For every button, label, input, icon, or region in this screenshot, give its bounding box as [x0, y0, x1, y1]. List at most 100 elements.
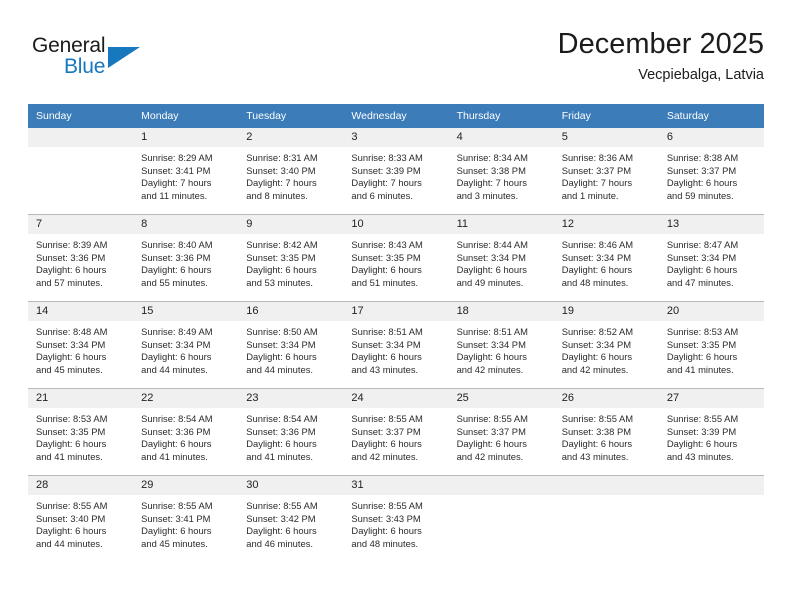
day-number: 27 — [658, 389, 764, 408]
calendar-day-cell-14[interactable]: 14 Sunrise: 8:48 AM Sunset: 3:34 PM Dayligh… — [28, 301, 134, 389]
day-detail-line: Daylight: 6 hours — [36, 438, 107, 450]
day-detail-line: Sunset: 3:36 PM — [141, 251, 211, 263]
calendar-day-cell-15[interactable]: 15 Sunrise: 8:49 AM Sunset: 3:34 PM Dayligh… — [133, 301, 239, 389]
day-detail-line: Daylight: 6 hours — [141, 525, 212, 537]
day-number: 25 — [448, 389, 554, 408]
day-detail-line: Sunset: 3:34 PM — [456, 338, 526, 350]
day-detail-line: Sunset: 3:34 PM — [456, 251, 526, 263]
calendar-day-cell-1[interactable]: 1 Sunrise: 8:29 AM Sunset: 3:41 PM Daylight… — [133, 128, 239, 215]
day-detail-line: Sunset: 3:39 PM — [666, 425, 737, 437]
calendar-day-cell-2[interactable]: 2 Sunrise: 8:31 AM Sunset: 3:40 PM Daylight… — [238, 128, 344, 215]
calendar-day-cell-29[interactable]: 29 Sunrise: 8:55 AM Sunset: 3:41 PM Dayligh… — [133, 475, 239, 562]
calendar-day-cell-6[interactable]: 6 Sunrise: 8:38 AM Sunset: 3:37 PM Daylight… — [658, 128, 764, 215]
calendar-day-cell-4[interactable]: 4 Sunrise: 8:34 AM Sunset: 3:38 PM Daylight… — [448, 128, 554, 215]
day-number: 13 — [658, 215, 764, 234]
day-detail-line: Sunrise: 8:49 AM — [141, 326, 213, 337]
day-number: 18 — [448, 302, 554, 321]
day-detail-line: Sunset: 3:41 PM — [141, 512, 211, 524]
calendar-day-cell-21[interactable]: 21 Sunrise: 8:53 AM Sunset: 3:35 PM Dayligh… — [28, 388, 134, 476]
day-number: 16 — [238, 302, 344, 321]
day-detail-line: and 42 minutes. — [456, 363, 524, 375]
calendar-day-cell-18[interactable]: 18 Sunrise: 8:51 AM Sunset: 3:34 PM Dayligh… — [448, 301, 554, 389]
day-details: Sunrise: 8:44 AM Sunset: 3:34 PM Daylight:… — [449, 234, 554, 289]
day-detail-line: Daylight: 7 hours — [561, 177, 633, 189]
day-detail-line: and 49 minutes. — [456, 276, 524, 288]
day-detail-line: Sunset: 3:34 PM — [561, 251, 632, 263]
day-details — [554, 495, 659, 500]
calendar-cell-empty — [658, 475, 764, 562]
calendar-day-cell-30[interactable]: 30 Sunrise: 8:55 AM Sunset: 3:42 PM Dayligh… — [238, 475, 344, 562]
weekday-header-friday: Friday — [553, 104, 659, 128]
day-number: 15 — [133, 302, 239, 321]
calendar-cell-empty — [553, 475, 659, 562]
day-number — [448, 476, 554, 495]
day-detail-line: Sunset: 3:35 PM — [36, 425, 106, 437]
calendar-day-cell-12[interactable]: 12 Sunrise: 8:46 AM Sunset: 3:34 PM Dayligh… — [553, 214, 659, 302]
day-detail-line: Sunrise: 8:36 AM — [561, 152, 634, 163]
day-detail-line: Sunset: 3:42 PM — [246, 512, 316, 524]
day-detail-line: Sunrise: 8:33 AM — [351, 152, 423, 163]
day-number: 3 — [343, 128, 449, 147]
calendar-day-cell-3[interactable]: 3 Sunrise: 8:33 AM Sunset: 3:39 PM Daylight… — [343, 128, 449, 215]
weekday-header-sunday: Sunday — [28, 104, 134, 128]
day-details: Sunrise: 8:52 AM Sunset: 3:34 PM Daylight:… — [554, 321, 659, 376]
calendar-day-cell-13[interactable]: 13 Sunrise: 8:47 AM Sunset: 3:34 PM Dayligh… — [658, 214, 764, 302]
day-detail-line: and 45 minutes. — [36, 363, 103, 375]
day-detail-line: Sunset: 3:41 PM — [141, 164, 211, 176]
calendar-day-cell-23[interactable]: 23 Sunrise: 8:54 AM Sunset: 3:36 PM Dayligh… — [238, 388, 344, 476]
day-detail-line: Sunset: 3:35 PM — [666, 338, 737, 350]
day-number: 30 — [238, 476, 344, 495]
day-detail-line: Sunrise: 8:42 AM — [246, 239, 318, 250]
calendar-day-cell-24[interactable]: 24 Sunrise: 8:55 AM Sunset: 3:37 PM Dayligh… — [343, 388, 449, 476]
weekday-header-row: Sunday Monday Tuesday Wednesday Thursday Frid… — [28, 104, 764, 128]
calendar-day-cell-7[interactable]: 7 Sunrise: 8:39 AM Sunset: 3:36 PM Daylight… — [28, 214, 134, 302]
day-number — [658, 476, 764, 495]
day-details: Sunrise: 8:49 AM Sunset: 3:34 PM Daylight:… — [133, 321, 238, 376]
general-blue-logo[interactable]: General Blue — [32, 34, 232, 90]
day-number: 6 — [658, 128, 764, 147]
day-number: 26 — [553, 389, 659, 408]
calendar-day-cell-28[interactable]: 28 Sunrise: 8:55 AM Sunset: 3:40 PM Dayligh… — [28, 475, 134, 562]
day-detail-line: Sunrise: 8:54 AM — [246, 413, 318, 424]
day-details: Sunrise: 8:54 AM Sunset: 3:36 PM Daylight:… — [133, 408, 238, 463]
day-detail-line: Sunrise: 8:55 AM — [36, 500, 108, 511]
calendar-day-cell-10[interactable]: 10 Sunrise: 8:43 AM Sunset: 3:35 PM Dayligh… — [343, 214, 449, 302]
calendar-day-cell-17[interactable]: 17 Sunrise: 8:51 AM Sunset: 3:34 PM Dayligh… — [343, 301, 449, 389]
calendar-day-cell-9[interactable]: 9 Sunrise: 8:42 AM Sunset: 3:35 PM Daylight… — [238, 214, 344, 302]
calendar-week-row: 28 Sunrise: 8:55 AM Sunset: 3:40 PM Dayligh… — [28, 475, 764, 562]
day-number: 19 — [553, 302, 659, 321]
day-detail-line: Sunset: 3:34 PM — [36, 338, 106, 350]
day-detail-line: Sunrise: 8:55 AM — [666, 413, 739, 424]
day-details: Sunrise: 8:39 AM Sunset: 3:36 PM Daylight:… — [28, 234, 133, 289]
calendar-day-cell-27[interactable]: 27 Sunrise: 8:55 AM Sunset: 3:39 PM Dayligh… — [658, 388, 764, 476]
day-detail-line: Sunset: 3:37 PM — [666, 164, 737, 176]
calendar-day-cell-16[interactable]: 16 Sunrise: 8:50 AM Sunset: 3:34 PM Dayligh… — [238, 301, 344, 389]
day-detail-line: and 47 minutes. — [666, 276, 734, 288]
calendar-day-cell-25[interactable]: 25 Sunrise: 8:55 AM Sunset: 3:37 PM Dayligh… — [448, 388, 554, 476]
page-title: December 2025 — [557, 28, 764, 60]
day-details: Sunrise: 8:29 AM Sunset: 3:41 PM Daylight:… — [133, 147, 238, 202]
day-detail-line: and 48 minutes. — [351, 537, 419, 549]
calendar-day-cell-8[interactable]: 8 Sunrise: 8:40 AM Sunset: 3:36 PM Daylight… — [133, 214, 239, 302]
calendar-header-row: Sunday Monday Tuesday Wednesday Thursday Frid… — [28, 104, 764, 128]
calendar-day-cell-31[interactable]: 31 Sunrise: 8:55 AM Sunset: 3:43 PM Dayligh… — [343, 475, 449, 562]
day-detail-line: Sunset: 3:35 PM — [246, 251, 316, 263]
day-detail-line: Sunrise: 8:53 AM — [666, 326, 739, 337]
calendar-day-cell-19[interactable]: 19 Sunrise: 8:52 AM Sunset: 3:34 PM Dayligh… — [553, 301, 659, 389]
day-detail-line: and 41 minutes. — [246, 450, 313, 462]
day-details: Sunrise: 8:31 AM Sunset: 3:40 PM Daylight:… — [238, 147, 343, 202]
calendar-week-row: 14 Sunrise: 8:48 AM Sunset: 3:34 PM Dayligh… — [28, 301, 764, 389]
calendar-day-cell-26[interactable]: 26 Sunrise: 8:55 AM Sunset: 3:38 PM Dayligh… — [553, 388, 659, 476]
day-detail-line: Daylight: 6 hours — [456, 438, 527, 450]
calendar-day-cell-20[interactable]: 20 Sunrise: 8:53 AM Sunset: 3:35 PM Dayligh… — [658, 301, 764, 389]
day-details: Sunrise: 8:40 AM Sunset: 3:36 PM Daylight:… — [133, 234, 238, 289]
day-number: 8 — [133, 215, 239, 234]
calendar-day-cell-5[interactable]: 5 Sunrise: 8:36 AM Sunset: 3:37 PM Daylight… — [553, 128, 659, 215]
calendar-day-cell-22[interactable]: 22 Sunrise: 8:54 AM Sunset: 3:36 PM Dayligh… — [133, 388, 239, 476]
day-detail-line: Daylight: 7 hours — [456, 177, 527, 189]
day-detail-line: Sunrise: 8:43 AM — [351, 239, 423, 250]
calendar-day-cell-11[interactable]: 11 Sunrise: 8:44 AM Sunset: 3:34 PM Dayligh… — [448, 214, 554, 302]
day-number: 11 — [448, 215, 554, 234]
day-detail-line: Sunset: 3:36 PM — [141, 425, 211, 437]
day-detail-line: Sunrise: 8:55 AM — [141, 500, 213, 511]
